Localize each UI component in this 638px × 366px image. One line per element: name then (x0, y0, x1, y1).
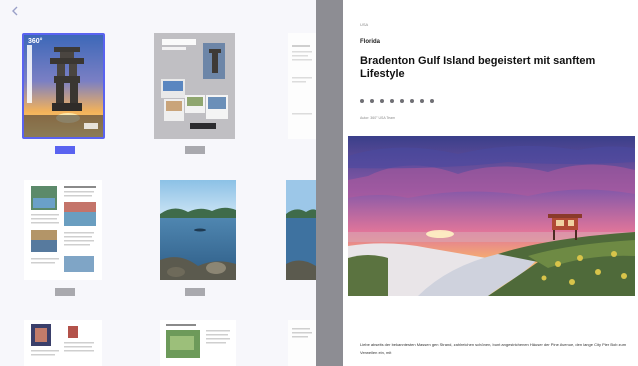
whatsapp-icon[interactable] (390, 99, 394, 103)
pinterest-icon[interactable] (380, 99, 384, 103)
article-category[interactable]: Florida (360, 39, 380, 45)
facebook-icon[interactable] (360, 99, 364, 103)
breadcrumb[interactable]: USA (360, 22, 368, 27)
page-7-image (24, 320, 102, 366)
article-hero-image (348, 136, 635, 296)
page-thumbnail-8[interactable] (160, 320, 236, 366)
cover-masthead: 360° (28, 37, 43, 45)
article-view-panel: USA Florida Bradenton Gulf Island begeis… (343, 0, 638, 366)
page-thumbnail-2[interactable] (154, 33, 235, 139)
share-bar (360, 99, 434, 103)
cover-image: 360° (24, 35, 103, 137)
page-thumbnails-panel: 360° (0, 0, 316, 366)
article-body: Liebe abseits der bekanntesten Massen ge… (360, 342, 627, 355)
page-thumbnail-5[interactable] (160, 180, 236, 280)
page-marker[interactable] (185, 146, 205, 154)
page-marker-active[interactable] (55, 146, 75, 154)
page-2-image (154, 33, 235, 139)
email-icon[interactable] (400, 99, 404, 103)
more-icon[interactable] (430, 99, 434, 103)
twitter-icon[interactable] (370, 99, 374, 103)
page-6-image (286, 180, 316, 280)
page-thumbnail-7[interactable] (24, 320, 102, 366)
page-thumbnail-9[interactable] (288, 320, 316, 366)
flipboard-icon[interactable] (420, 99, 424, 103)
article-byline: Autor: 360° USA Team (360, 116, 395, 120)
page-5-image (160, 180, 236, 280)
page-3-image (288, 33, 316, 139)
page-thumbnail-3[interactable] (288, 33, 316, 139)
article-headline: Bradenton Gulf Island begeistert mit san… (360, 55, 596, 80)
page-thumbnail-6[interactable] (286, 180, 316, 280)
chevron-left-icon[interactable] (9, 5, 21, 17)
page-4-image (24, 180, 102, 280)
page-thumbnail-cover[interactable]: 360° (22, 33, 105, 139)
page-marker[interactable] (55, 288, 75, 296)
page-marker[interactable] (185, 288, 205, 296)
page-9-image (288, 320, 316, 366)
print-icon[interactable] (410, 99, 414, 103)
page-thumbnail-4[interactable] (24, 180, 102, 280)
page-8-image (160, 320, 236, 366)
